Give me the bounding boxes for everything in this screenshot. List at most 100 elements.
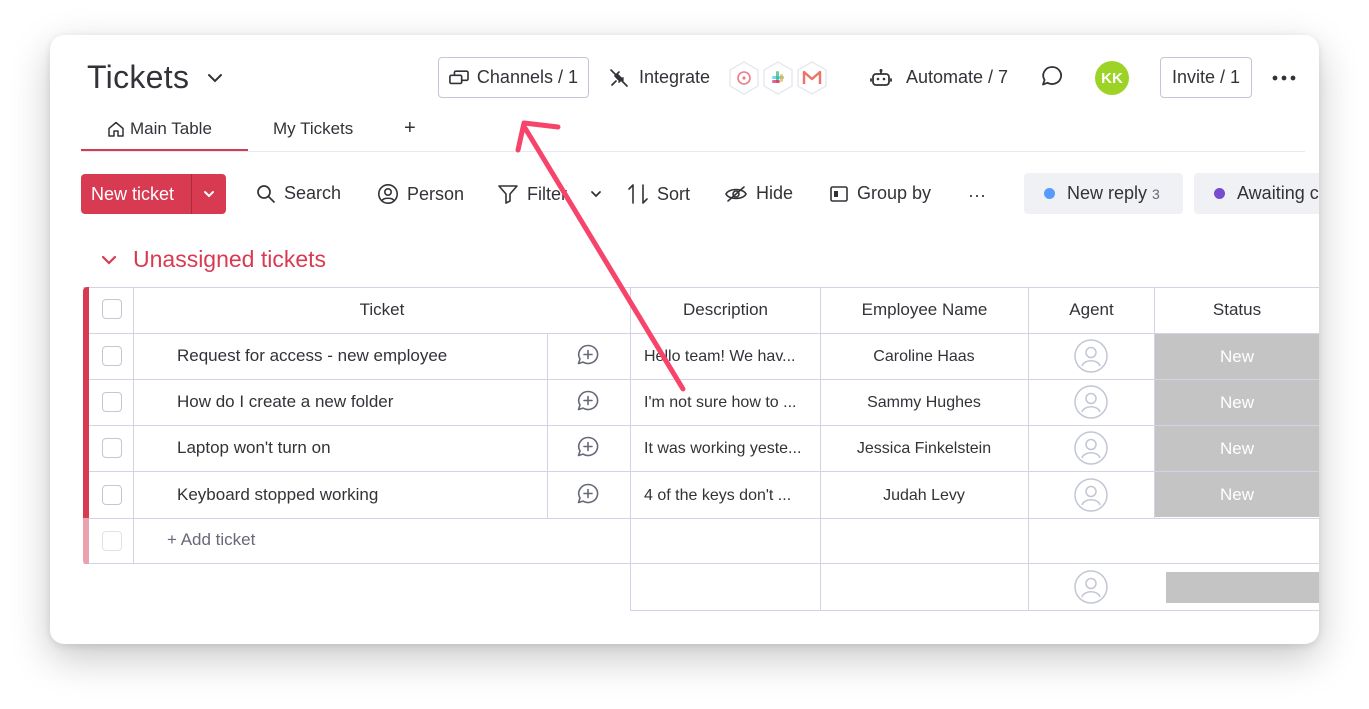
employee-cell[interactable]: Caroline Haas: [820, 348, 1028, 366]
user-avatar[interactable]: KK: [1095, 61, 1129, 95]
person-icon: [378, 184, 398, 204]
add-update-icon[interactable]: [576, 389, 600, 413]
row-divider: [89, 425, 1319, 426]
description-cell[interactable]: It was working yeste...: [644, 440, 801, 458]
description-cell[interactable]: I'm not sure how to ...: [644, 394, 796, 412]
group-title[interactable]: Unassigned tickets: [133, 246, 326, 273]
status-cell[interactable]: New: [1155, 334, 1319, 379]
person-filter-button[interactable]: Person: [377, 183, 464, 205]
status-chip-awaiting[interactable]: Awaiting c: [1194, 173, 1319, 214]
status-chip-new-reply[interactable]: New reply 3: [1024, 173, 1183, 214]
automate-label: Automate / 7: [906, 67, 1009, 87]
eye-hidden-icon: [725, 185, 747, 202]
add-update-icon[interactable]: [576, 343, 600, 367]
person-label: Person: [407, 183, 465, 204]
column-header-agent[interactable]: Agent: [1029, 287, 1154, 333]
chevron-down-icon[interactable]: [589, 187, 603, 201]
chevron-down-icon[interactable]: [206, 69, 224, 87]
column-header-ticket[interactable]: Ticket: [134, 287, 630, 333]
group-color-bar-footer: [83, 518, 89, 564]
status-dot: [1214, 188, 1225, 199]
sort-icon: [628, 184, 648, 204]
ticket-name[interactable]: How do I create a new folder: [177, 392, 393, 412]
column-header-employee[interactable]: Employee Name: [821, 287, 1028, 333]
row-divider: [89, 333, 1319, 334]
tab-main-label: Main Table: [130, 119, 212, 138]
hide-label: Hide: [756, 183, 794, 203]
status-cell[interactable]: New: [1155, 426, 1319, 471]
ticket-name[interactable]: Keyboard stopped working: [177, 485, 378, 505]
integration-hex-icon: [729, 61, 759, 95]
group-by-icon: [830, 185, 848, 202]
row-divider: [89, 518, 1319, 519]
empty-avatar-icon[interactable]: [1074, 478, 1108, 512]
slack-icon: [763, 61, 793, 95]
sort-button[interactable]: Sort: [627, 183, 690, 205]
group-by-label: Group by: [857, 183, 932, 203]
row-divider: [89, 471, 1319, 472]
filter-button[interactable]: Filter: [497, 183, 603, 205]
tab-my-tickets[interactable]: My Tickets: [273, 119, 353, 139]
more-options-icon[interactable]: [1271, 68, 1297, 88]
robot-icon: [870, 68, 892, 86]
row-checkbox[interactable]: [102, 438, 122, 458]
add-update-icon[interactable]: [576, 435, 600, 459]
employee-cell[interactable]: Sammy Hughes: [820, 394, 1028, 412]
home-icon: [108, 121, 124, 137]
row-checkbox[interactable]: [102, 485, 122, 505]
automate-button[interactable]: Automate / 7: [870, 57, 1008, 98]
description-cell[interactable]: 4 of the keys don't ...: [644, 487, 791, 505]
hide-button[interactable]: Hide: [724, 183, 793, 204]
integration-logos: [726, 60, 828, 96]
employee-cell[interactable]: Jessica Finkelstein: [820, 440, 1028, 458]
tab-main-table[interactable]: Main Table: [107, 119, 212, 139]
ticket-name[interactable]: Request for access - new employee: [177, 346, 447, 366]
select-all-checkbox[interactable]: [102, 299, 122, 319]
column-header-status[interactable]: Status: [1155, 287, 1319, 333]
integrate-button[interactable]: Integrate: [609, 57, 710, 98]
tabs-divider: [81, 151, 1305, 152]
gmail-icon: [797, 61, 827, 95]
invite-button[interactable]: Invite / 1: [1160, 57, 1252, 98]
status-cell[interactable]: New: [1155, 472, 1319, 517]
channels-icon: [449, 69, 469, 84]
empty-avatar-icon[interactable]: [1074, 339, 1108, 373]
empty-avatar-icon: [1074, 570, 1108, 604]
employee-cell[interactable]: Judah Levy: [820, 487, 1028, 505]
channels-button[interactable]: Channels / 1: [438, 57, 589, 98]
column-divider: [1028, 287, 1029, 610]
filter-label: Filter: [527, 183, 567, 204]
chip-count: 3: [1152, 185, 1160, 202]
chevron-down-icon: [204, 191, 214, 198]
filter-icon: [498, 185, 518, 204]
add-update-icon[interactable]: [576, 482, 600, 506]
empty-avatar-icon[interactable]: [1074, 385, 1108, 419]
add-view-button[interactable]: +: [404, 117, 416, 140]
integrate-label: Integrate: [639, 67, 711, 87]
column-header-description[interactable]: Description: [631, 287, 820, 333]
status-summary-bar: [1166, 572, 1319, 603]
row-checkbox[interactable]: [102, 392, 122, 412]
ticket-name[interactable]: Laptop won't turn on: [177, 438, 331, 458]
new-ticket-dropdown[interactable]: [192, 187, 226, 201]
status-dot: [1044, 188, 1055, 199]
empty-avatar-icon[interactable]: [1074, 431, 1108, 465]
search-label: Search: [284, 183, 342, 203]
group-by-button[interactable]: Group by: [829, 183, 931, 204]
description-cell[interactable]: Hello team! We hav...: [644, 348, 795, 366]
channels-label: Channels / 1: [476, 67, 578, 87]
add-ticket-button[interactable]: + Add ticket: [167, 530, 255, 550]
new-ticket-button[interactable]: New ticket: [81, 174, 226, 214]
board-title[interactable]: Tickets: [87, 59, 189, 96]
row-checkbox[interactable]: [102, 346, 122, 366]
collapse-group-icon[interactable]: [100, 251, 118, 269]
toolbar-more-button[interactable]: ···: [968, 185, 986, 206]
row-divider: [89, 379, 1319, 380]
board-window: Tickets Channels / 1 Integrate Automate …: [50, 35, 1319, 644]
search-button[interactable]: Search: [256, 183, 341, 204]
column-divider: [630, 287, 631, 610]
chip-label: New reply: [1067, 183, 1148, 203]
status-cell[interactable]: New: [1155, 380, 1319, 425]
chat-bubble-icon[interactable]: [1041, 65, 1063, 87]
add-row-checkbox: [102, 531, 122, 551]
